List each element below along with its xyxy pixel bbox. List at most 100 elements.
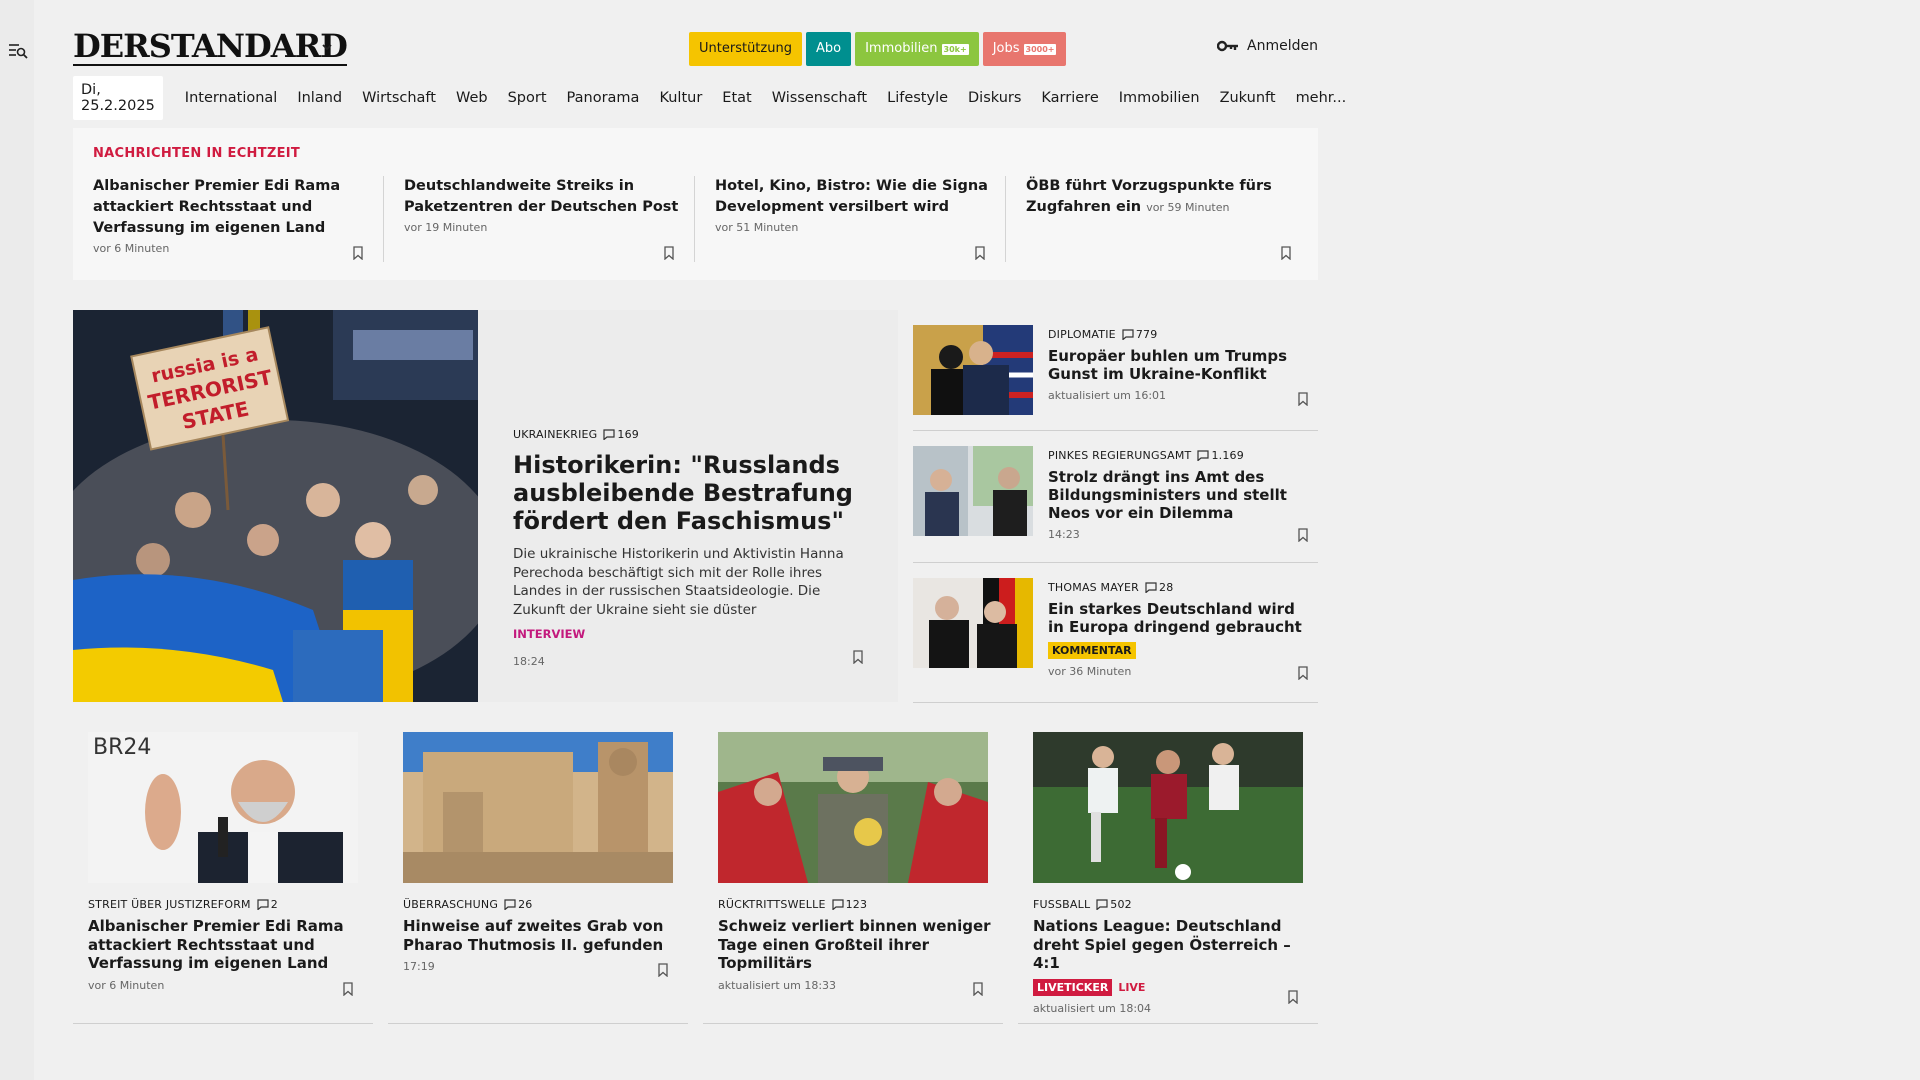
ticker-item[interactable]: ÖBB führt Vorzugspunkte fürs Zugfahren e… [1026, 176, 1301, 266]
nav-item-immobilien[interactable]: Immobilien [1109, 84, 1210, 112]
article-card[interactable]: RÜCKTRITTSWELLE 123 Schweiz verliert binn… [703, 718, 1003, 1024]
nav-item-web[interactable]: Web [446, 84, 498, 112]
nav-item-wissenschaft[interactable]: Wissenschaft [762, 84, 877, 112]
bookmark-icon[interactable] [664, 246, 674, 260]
nav-item-sport[interactable]: Sport [498, 84, 557, 112]
side-teaser[interactable]: PINKES REGIERUNGSAMT 1.169 Strolz drängt … [913, 431, 1318, 563]
comment-count[interactable]: 1.169 [1197, 449, 1244, 462]
support-button[interactable]: Unterstützung [689, 32, 802, 66]
teaser-kicker: DIPLOMATIE 779 [1048, 328, 1313, 341]
comment-count[interactable]: 26 [504, 898, 532, 911]
nav-item-inland[interactable]: Inland [287, 84, 352, 112]
article-card[interactable]: BR24 STREIT ÜBER JUSTIZREFORM 2 Albanisch… [73, 718, 373, 1024]
commentary-badge: KOMMENTAR [1048, 642, 1136, 659]
comment-count[interactable]: 123 [832, 898, 868, 911]
nav-item-etat[interactable]: Etat [712, 84, 761, 112]
card-image[interactable]: BR24 [88, 732, 358, 883]
teaser-image[interactable] [913, 325, 1033, 415]
kicker-label: ÜBERRASCHUNG [403, 898, 499, 911]
side-teaser[interactable]: DIPLOMATIE 779 Europäer buhlen um Trumps … [913, 310, 1318, 431]
chevron-down-icon[interactable] [320, 40, 334, 54]
card-image[interactable] [403, 732, 673, 883]
nav-item-karriere[interactable]: Karriere [1031, 84, 1108, 112]
side-teaser[interactable]: THOMAS MAYER 28 Ein starkes Deutschland w… [913, 563, 1318, 703]
card-text: RÜCKTRITTSWELLE 123 Schweiz verliert binn… [718, 898, 993, 992]
real-estate-button[interactable]: Immobilien 30k+ [855, 32, 979, 66]
bookmark-icon[interactable] [343, 982, 353, 996]
bookmark-icon[interactable] [975, 246, 985, 260]
menu-search-icon[interactable] [8, 42, 28, 60]
ticker-item[interactable]: Albanischer Premier Edi Rama attackiert … [93, 176, 368, 266]
article-card[interactable]: FUSSBALL 502 Nations League: Deutschland … [1018, 718, 1318, 1024]
ticker-headline: Albanischer Premier Edi Rama attackiert … [93, 178, 341, 236]
login-button[interactable]: Anmelden [1217, 38, 1318, 54]
nav-item-zukunft[interactable]: Zukunft [1210, 84, 1286, 112]
nav-item-diskurs[interactable]: Diskurs [958, 84, 1031, 112]
comment-number: 1.169 [1211, 449, 1244, 462]
nav-item-lifestyle[interactable]: Lifestyle [877, 84, 958, 112]
kicker-label: PINKES REGIERUNGSAMT [1048, 449, 1192, 462]
comment-count[interactable]: 2 [257, 898, 278, 911]
bookmark-icon[interactable] [658, 963, 668, 977]
teaser-kicker: PINKES REGIERUNGSAMT 1.169 [1048, 449, 1313, 462]
comment-count[interactable]: 28 [1145, 581, 1173, 594]
card-headline[interactable]: Albanischer Premier Edi Rama attackiert … [88, 917, 363, 973]
card-meta: aktualisiert um 18:33 [718, 978, 837, 992]
teaser-headline[interactable]: Strolz drängt ins Amt des Bildungsminist… [1048, 468, 1313, 522]
count-badge: 3000+ [1023, 43, 1057, 55]
teaser-headline[interactable]: Ein starkes Deutschland wird in Europa d… [1048, 600, 1313, 636]
bookmark-icon[interactable] [1288, 990, 1298, 1004]
hero-image[interactable]: russia is a TERRORIST STATE [73, 310, 478, 702]
comment-number: 169 [617, 428, 639, 441]
hero-kicker: UKRAINEKRIEG 169 [513, 428, 858, 441]
comment-icon [1145, 582, 1157, 593]
divider [1005, 176, 1006, 262]
card-image[interactable] [1033, 732, 1303, 883]
teaser-image[interactable] [913, 446, 1033, 536]
card-kicker: STREIT ÜBER JUSTIZREFORM 2 [88, 898, 363, 911]
card-kicker: RÜCKTRITTSWELLE 123 [718, 898, 993, 911]
key-icon [1217, 40, 1239, 52]
card-headline[interactable]: Schweiz verliert binnen weniger Tage ein… [718, 917, 993, 973]
bookmark-icon[interactable] [1298, 666, 1308, 680]
interview-badge: INTERVIEW [513, 627, 586, 641]
card-headline[interactable]: Nations League: Deutschland dreht Spiel … [1033, 917, 1308, 973]
nav-item-more[interactable]: mehr... [1286, 84, 1357, 112]
hero-headline[interactable]: Historikerin: "Russlands ausbleibende Be… [513, 451, 858, 535]
comment-count[interactable]: 779 [1122, 328, 1158, 341]
bookmark-icon[interactable] [853, 650, 863, 664]
divider [383, 176, 384, 262]
card-headline[interactable]: Hinweise auf zweites Grab von Pharao Thu… [403, 917, 678, 954]
comment-count[interactable]: 169 [603, 428, 639, 441]
nav-item-wirtschaft[interactable]: Wirtschaft [352, 84, 446, 112]
bookmark-icon[interactable] [1281, 246, 1291, 260]
ticker-item[interactable]: Deutschlandweite Streiks in Paketzentren… [404, 176, 679, 266]
site-logo[interactable]: DERSTANDARD [73, 30, 348, 66]
subscription-button[interactable]: Abo [805, 32, 852, 66]
nav-item-kultur[interactable]: Kultur [649, 84, 712, 112]
hero-article[interactable]: russia is a TERRORIST STATE UKRAINEKRIEG… [73, 310, 898, 702]
nav-item-panorama[interactable]: Panorama [557, 84, 650, 112]
comment-icon [1197, 450, 1210, 461]
teaser-text: THOMAS MAYER 28 Ein starkes Deutschland w… [1048, 581, 1313, 678]
hero-time: 18:24 [513, 655, 545, 668]
liveticker-badge: LIVETICKER [1033, 978, 1113, 996]
jobs-button[interactable]: Jobs 3000+ [982, 32, 1067, 66]
card-kicker: ÜBERRASCHUNG 26 [403, 898, 678, 911]
comment-number: 26 [518, 898, 533, 911]
ticker-item[interactable]: Hotel, Kino, Bistro: Wie die Signa Devel… [715, 176, 990, 266]
bookmark-icon[interactable] [1298, 392, 1308, 406]
bookmark-icon[interactable] [1298, 528, 1308, 542]
bookmark-icon[interactable] [973, 982, 983, 996]
pill-label: Abo [815, 41, 842, 56]
page: DERSTANDARD Unterstützung Abo Immobilien… [73, 0, 1346, 1080]
side-teasers: DIPLOMATIE 779 Europäer buhlen um Trumps … [913, 310, 1318, 703]
article-card[interactable]: ÜBERRASCHUNG 26 Hinweise auf zweites Grab… [388, 718, 688, 1024]
teaser-headline[interactable]: Europäer buhlen um Trumps Gunst im Ukrai… [1048, 347, 1313, 383]
nav-item-international[interactable]: International [175, 84, 288, 112]
bookmark-icon[interactable] [353, 246, 363, 260]
ticker-headline: Deutschlandweite Streiks in Paketzentren… [404, 178, 679, 215]
teaser-image[interactable] [913, 578, 1033, 668]
card-image[interactable] [718, 732, 988, 883]
comment-count[interactable]: 502 [1096, 898, 1132, 911]
